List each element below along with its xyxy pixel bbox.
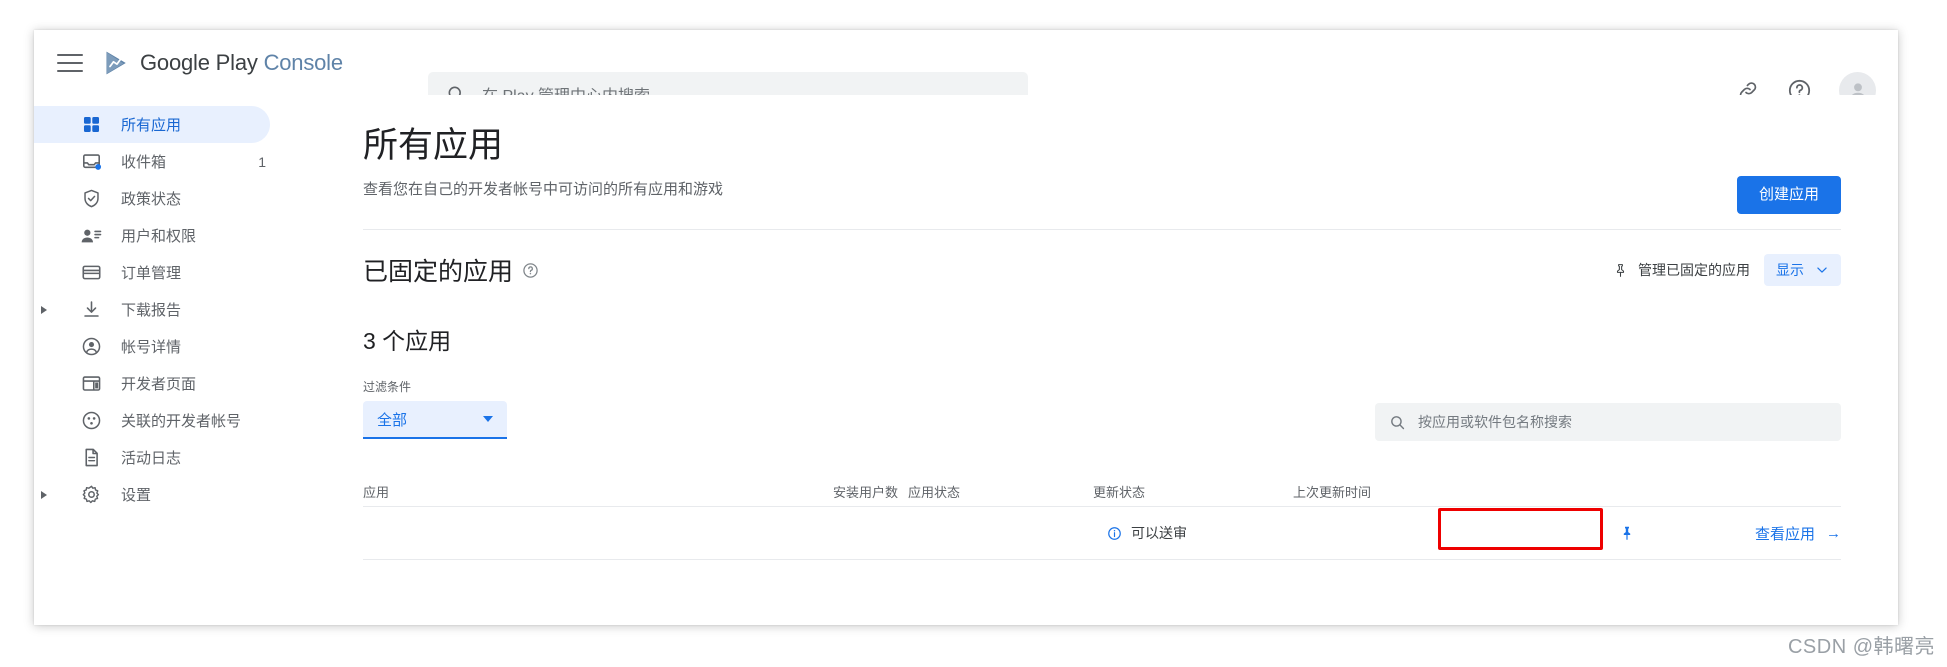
sidebar-nav: 所有应用 收件箱 1 政策状态 用户和权限 订单管理 下载报告 帐号详情 开发者… [34, 95, 306, 625]
apps-table: 应用 安装用户数 应用状态 更新状态 上次更新时间 可以送审 查看应用 → [363, 476, 1841, 560]
table-header-app: 应用 [363, 484, 390, 500]
account-circle-icon [80, 336, 102, 358]
row-pin-icon[interactable] [1619, 525, 1635, 541]
inbox-icon [80, 151, 102, 173]
create-app-button[interactable]: 创建应用 [1736, 176, 1841, 214]
manage-pinned-apps-label: 管理已固定的应用 [1638, 262, 1750, 278]
view-app-label: 查看应用 [1754, 525, 1815, 543]
table-row[interactable]: 可以送审 查看应用 → [363, 507, 1841, 559]
arrow-right-icon: → [1826, 524, 1841, 542]
show-dropdown-label: 显示 [1776, 262, 1804, 278]
sidebar-item-label: 活动日志 [121, 450, 182, 467]
info-circle-icon [1108, 526, 1121, 540]
watermark: CSDN @韩曙亮 [1787, 636, 1935, 658]
table-cell-update-status: 可以送审 [1093, 517, 1293, 549]
linked-accounts-icon [80, 410, 102, 432]
brand-text: Google Play Console [140, 50, 343, 76]
sidebar-item-label: 设置 [121, 487, 152, 504]
sidebar-item-label: 关联的开发者帐号 [121, 413, 242, 430]
sidebar-item-label: 所有应用 [121, 117, 182, 134]
sidebar-item-policy-status[interactable]: 政策状态 [34, 180, 270, 217]
app-search-placeholder: 按应用或软件包名称搜索 [1418, 414, 1572, 430]
sidebar-item-label: 帐号详情 [121, 339, 182, 356]
sidebar-item-label: 政策状态 [121, 191, 182, 208]
sidebar-item-label: 订单管理 [121, 265, 182, 282]
pinned-apps-title: 已固定的应用 [363, 258, 514, 286]
pinned-apps-actions: 管理已固定的应用 显示 [1613, 254, 1841, 286]
sidebar-item-linked-developer-accounts[interactable]: 关联的开发者帐号 [34, 402, 270, 439]
table-header-row: 应用 安装用户数 应用状态 更新状态 上次更新时间 [363, 476, 1841, 506]
sidebar-item-account-details[interactable]: 帐号详情 [34, 328, 270, 365]
filter-label: 过滤条件 [363, 380, 412, 394]
table-row-divider [363, 559, 1841, 560]
help-circle-icon[interactable] [522, 262, 539, 279]
sidebar-item-developer-page[interactable]: 开发者页面 [34, 365, 270, 402]
app-count-title: 3 个应用 [363, 328, 452, 354]
top-app-bar: Google Play Console 在 Play 管理中心内搜索 [34, 30, 1898, 116]
play-console-logo-icon [106, 51, 126, 74]
sidebar-item-all-apps[interactable]: 所有应用 [34, 106, 270, 143]
google-play-console-brand[interactable]: Google Play Console [103, 49, 343, 77]
developer-page-icon [80, 373, 102, 395]
gear-icon [80, 484, 102, 506]
sidebar-item-label: 下载报告 [121, 302, 182, 319]
app-search-input[interactable]: 按应用或软件包名称搜索 [1375, 403, 1841, 441]
manage-pinned-apps-button[interactable]: 管理已固定的应用 [1613, 260, 1750, 280]
sidebar-item-download-reports[interactable]: 下载报告 [34, 291, 270, 328]
sidebar-item-inbox[interactable]: 收件箱 1 [34, 143, 270, 180]
play-console-window: Google Play Console 在 Play 管理中心内搜索 [34, 30, 1898, 625]
hamburger-menu-icon[interactable] [57, 53, 83, 72]
sidebar-item-label: 用户和权限 [121, 228, 197, 245]
highlight-annotation-box [1438, 508, 1603, 550]
pinned-apps-header: 已固定的应用 管理已固定的应用 显示 [363, 252, 1841, 288]
title-divider [363, 229, 1841, 230]
filter-select-value: 全部 [377, 411, 408, 429]
table-header-app-status: 应用状态 [908, 484, 961, 500]
pinned-apps-title-wrap: 已固定的应用 [363, 252, 539, 288]
chevron-right-icon[interactable] [41, 305, 47, 314]
document-icon [80, 447, 102, 469]
sidebar-item-settings[interactable]: 设置 [34, 476, 270, 513]
table-header-installs: 安装用户数 [833, 484, 899, 500]
sidebar-item-activity-log[interactable]: 活动日志 [34, 439, 270, 476]
status-badge-label: 可以送审 [1131, 525, 1187, 541]
sidebar-item-order-management[interactable]: 订单管理 [34, 254, 270, 291]
table-header-last-updated: 上次更新时间 [1293, 484, 1372, 500]
filter-select[interactable]: 全部 [363, 401, 507, 439]
chevron-down-icon [1817, 267, 1827, 273]
brand-console: Console [263, 49, 344, 75]
page-title: 所有应用 [363, 126, 504, 165]
grid-apps-icon [80, 114, 102, 136]
chevron-right-icon[interactable] [41, 490, 47, 499]
credit-card-icon [80, 262, 102, 284]
table-row-actions: 查看应用 → [1619, 523, 1841, 544]
view-app-link[interactable]: 查看应用 → [1755, 523, 1841, 544]
main-content: 所有应用 查看您在自己的开发者帐号中可访问的所有应用和游戏 创建应用 已固定的应… [306, 95, 1898, 625]
sidebar-item-label: 收件箱 [121, 154, 167, 171]
sidebar-item-users-permissions[interactable]: 用户和权限 [34, 217, 270, 254]
download-icon [80, 299, 102, 321]
show-dropdown[interactable]: 显示 [1764, 254, 1841, 286]
inbox-badge-count: 1 [258, 153, 266, 170]
page-subtitle: 查看您在自己的开发者帐号中可访问的所有应用和游戏 [363, 181, 724, 198]
status-badge: 可以送审 [1093, 517, 1201, 549]
search-icon [1391, 415, 1405, 429]
shield-check-icon [80, 188, 102, 210]
table-header-update-status: 更新状态 [1093, 484, 1146, 500]
sidebar-item-label: 开发者页面 [121, 376, 197, 393]
chevron-down-icon [483, 416, 493, 422]
users-permissions-icon [80, 225, 102, 247]
screenshot-root: Google Play Console 在 Play 管理中心内搜索 [0, 0, 1947, 667]
pin-icon [1616, 263, 1625, 277]
brand-google-play: Google Play [140, 49, 258, 75]
